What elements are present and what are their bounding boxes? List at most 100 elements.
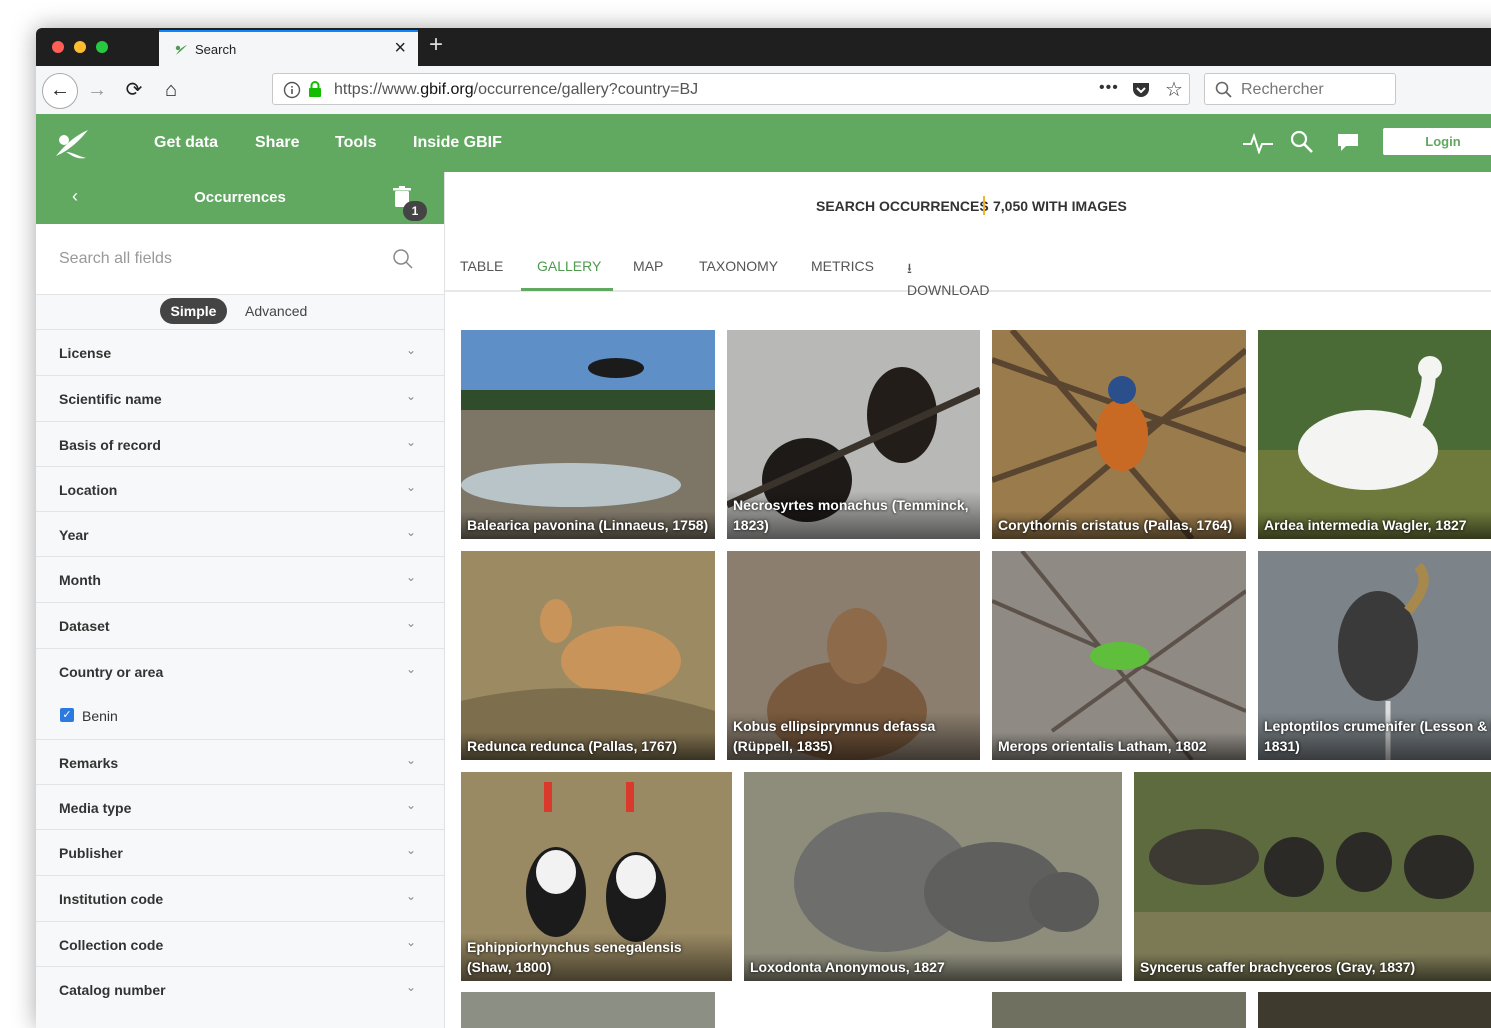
nav-tools[interactable]: Tools [335,134,376,152]
gallery-caption: Kobus ellipsiprymnus defassa (Rüppell, 1… [727,712,980,760]
forward-arrow-icon[interactable]: → [82,75,112,105]
checkbox-benin[interactable]: ✓ [60,708,74,722]
tab-title: Search [195,42,237,57]
more-actions-icon[interactable]: ••• [1099,79,1119,97]
country-benin-label[interactable]: Benin [82,708,118,724]
simple-mode-button[interactable]: Simple [160,298,227,324]
tab-taxonomy[interactable]: TAXONOMY [699,258,778,274]
gallery-caption: Ephippiorhynchus senegalensis (Shaw, 180… [461,933,732,981]
filter-country-or-area[interactable]: Country or area ⌄ ✓ Benin [36,648,444,739]
gallery-item[interactable]: Necrosyrtes monachus (Temminck, 1823) [727,330,980,539]
close-window-button[interactable] [52,41,64,53]
filter-label: Collection code [59,937,164,953]
gallery-caption: Loxodonta Anonymous, 1827 [744,953,1122,981]
filter-month[interactable]: Month ⌄ [36,556,444,602]
sidebar-search[interactable]: Search all fields [36,224,444,295]
back-arrow-icon[interactable]: ← [42,73,78,109]
chevron-down-icon: ⌄ [405,980,416,994]
advanced-mode-button[interactable]: Advanced [245,303,307,319]
gbif-logo-icon[interactable] [52,126,92,162]
gallery-item[interactable]: Balearica pavonina (Linnaeus, 1758) [461,330,715,539]
gallery-item[interactable]: Corythornis cristatus (Pallas, 1764) [992,330,1246,539]
gallery-item[interactable]: Redunca redunca (Pallas, 1767) [461,551,715,760]
gallery-item[interactable]: Merops orientalis Latham, 1802 [992,551,1246,760]
tab-download-label: DOWNLOAD [907,282,990,298]
new-tab-button[interactable]: + [429,31,443,59]
main-content: SEARCH OCCURRENCES 7,050 WITH IMAGES TAB… [445,172,1491,1028]
chevron-down-icon: ⌄ [405,889,416,903]
tab-map[interactable]: MAP [633,258,663,274]
gallery-item-partial[interactable] [992,992,1246,1028]
search-icon[interactable] [1290,130,1314,154]
chevron-down-icon: ⌄ [405,935,416,949]
browser-tab[interactable]: Search × [159,30,418,66]
tab-gallery[interactable]: GALLERY [537,258,601,274]
gallery-item[interactable]: Leptoptilos crumenifer (Lesson & R, 1831… [1258,551,1491,760]
chevron-down-icon: ⌄ [405,480,416,494]
filter-publisher[interactable]: Publisher ⌄ [36,829,444,875]
filter-catalog-number[interactable]: Catalog number ⌄ [36,966,444,1011]
close-tab-icon[interactable]: × [394,37,406,60]
tab-download[interactable]: ⭳ DOWNLOAD [907,258,989,298]
sidebar-header: ‹ Occurrences 1 [36,172,444,224]
results-count: 7,050 WITH IMAGES [993,198,1127,214]
star-icon[interactable]: ☆ [1165,77,1183,102]
tab-metrics[interactable]: METRICS [811,258,874,274]
gallery-photo [992,330,1246,539]
nav-share[interactable]: Share [255,134,299,152]
chat-icon[interactable] [1336,132,1360,154]
filter-label: Scientific name [59,391,162,407]
chevron-down-icon: ⌄ [405,616,416,630]
browser-search-field[interactable]: Rechercher [1204,73,1396,105]
filter-media-type[interactable]: Media type ⌄ [36,784,444,829]
filter-remarks[interactable]: Remarks ⌄ [36,739,444,784]
filter-scientific-name[interactable]: Scientific name ⌄ [36,375,444,421]
gallery-item[interactable]: Loxodonta Anonymous, 1827 [744,772,1122,981]
maximize-window-button[interactable] [96,41,108,53]
filter-year[interactable]: Year ⌄ [36,511,444,556]
filter-license[interactable]: License ⌄ [36,329,444,375]
tab-table[interactable]: TABLE [460,258,503,274]
gallery-photo [461,551,715,760]
gallery-caption: Merops orientalis Latham, 1802 [992,732,1246,760]
gallery-item[interactable]: Ardea intermedia Wagler, 1827 [1258,330,1491,539]
chevron-down-icon: ⌄ [405,798,416,812]
reload-icon[interactable]: ⟳ [119,75,149,105]
activity-icon[interactable] [1242,132,1274,154]
pocket-icon[interactable] [1131,81,1151,99]
info-icon[interactable] [283,81,301,99]
results-title: SEARCH OCCURRENCES [816,198,989,214]
filter-basis-of-record[interactable]: Basis of record ⌄ [36,421,444,466]
login-button[interactable]: Login [1383,128,1491,155]
filter-location[interactable]: Location ⌄ [36,466,444,511]
chevron-down-icon: ⌄ [405,389,416,403]
filter-institution-code[interactable]: Institution code ⌄ [36,875,444,921]
nav-inside-gbif[interactable]: Inside GBIF [413,134,502,152]
filter-dataset[interactable]: Dataset ⌄ [36,602,444,648]
filter-label: Country or area [59,664,164,680]
nav-get-data[interactable]: Get data [154,134,218,152]
filter-label: Remarks [59,755,119,771]
chevron-down-icon: ⌄ [405,570,416,584]
navigation-toolbar: ← → ⟳ ⌂ https://www.gbif.org/occurrence/… [36,66,1491,115]
gallery-item[interactable]: Ephippiorhynchus senegalensis (Shaw, 180… [461,772,732,981]
gallery-item[interactable]: Syncerus caffer brachyceros (Gray, 1837) [1134,772,1491,981]
download-icon: ⭳ [907,260,912,276]
filter-collection-code[interactable]: Collection code ⌄ [36,921,444,966]
gallery-item-partial[interactable] [461,992,715,1028]
gallery-caption: Necrosyrtes monachus (Temminck, 1823) [727,491,980,539]
gallery-caption: Corythornis cristatus (Pallas, 1764) [992,511,1246,539]
address-bar[interactable]: https://www.gbif.org/occurrence/gallery?… [272,73,1190,105]
filter-sidebar: ‹ Occurrences 1 Search all fields Simple… [36,172,445,1028]
gallery-item-partial[interactable] [1258,992,1491,1028]
title-bar: Search × + [36,28,1491,66]
minimize-window-button[interactable] [74,41,86,53]
site-header: Get data Share Tools Inside GBIF Login [36,114,1491,172]
sidebar-search-input[interactable]: Search all fields [59,250,172,268]
gallery-item[interactable]: Kobus ellipsiprymnus defassa (Rüppell, 1… [727,551,980,760]
chevron-down-icon: ⌄ [405,525,416,539]
home-icon[interactable]: ⌂ [156,75,186,105]
gallery-caption: Ardea intermedia Wagler, 1827 [1258,511,1491,539]
filter-label: Location [59,482,118,498]
search-icon[interactable] [392,248,414,270]
